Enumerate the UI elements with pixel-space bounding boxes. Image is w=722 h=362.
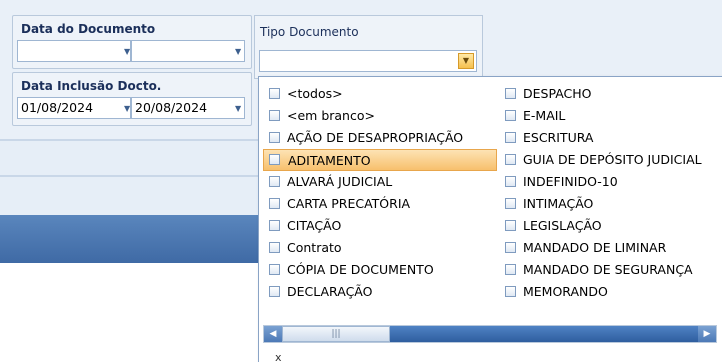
checkbox[interactable] xyxy=(269,220,280,231)
tipo-documento-input[interactable]: ▼ xyxy=(259,50,477,72)
checkbox[interactable] xyxy=(505,242,516,253)
checkbox[interactable] xyxy=(505,198,516,209)
chevron-down-icon[interactable]: ▼ xyxy=(235,104,241,113)
data-inclusao-to-input[interactable]: 20/08/2024 xyxy=(131,97,245,119)
data-documento-to-input[interactable] xyxy=(131,40,245,62)
list-item[interactable]: MANDADO DE SEGURANÇA xyxy=(499,259,719,281)
checkbox[interactable] xyxy=(269,132,280,143)
list-item[interactable]: CÓPIA DE DOCUMENTO xyxy=(263,259,497,281)
data-inclusao-label: Data Inclusão Docto. xyxy=(21,79,162,93)
toolbar-row xyxy=(0,177,260,215)
checkbox[interactable] xyxy=(269,154,280,165)
scrollbar-track[interactable] xyxy=(390,326,698,342)
chevron-down-icon[interactable]: ▼ xyxy=(124,47,130,56)
list-item[interactable]: CARTA PRECATÓRIA xyxy=(263,193,497,215)
horizontal-scrollbar[interactable]: ◀ ||| ▶ xyxy=(263,325,717,343)
data-inclusao-group: Data Inclusão Docto. 01/08/2024 ▼ 20/08/… xyxy=(12,72,252,126)
scroll-left-icon[interactable]: ◀ xyxy=(264,326,282,342)
dropdown-right-column: DESPACHO E-MAIL ESCRITURA GUIA DE DEPÓSI… xyxy=(499,83,719,303)
toolbar-row xyxy=(0,141,260,175)
list-item[interactable]: LEGISLAÇÃO xyxy=(499,215,719,237)
dropdown-left-column: <todos> <em branco> AÇÃO DE DESAPROPRIAÇ… xyxy=(263,83,497,303)
list-item-highlighted[interactable]: ADITAMENTO xyxy=(263,149,497,171)
chevron-down-icon[interactable]: ▼ xyxy=(235,47,241,56)
list-item[interactable]: DECLARAÇÃO xyxy=(263,281,497,303)
tipo-documento-dropdown[interactable]: <todos> <em branco> AÇÃO DE DESAPROPRIAÇ… xyxy=(258,76,722,362)
checkbox[interactable] xyxy=(505,264,516,275)
list-item[interactable]: DESPACHO xyxy=(499,83,719,105)
checkbox[interactable] xyxy=(269,88,280,99)
data-inclusao-from-input[interactable]: 01/08/2024 xyxy=(17,97,131,119)
data-documento-label: Data do Documento xyxy=(21,22,156,36)
list-item[interactable]: GUIA DE DEPÓSITO JUDICIAL xyxy=(499,149,719,171)
checkbox[interactable] xyxy=(269,242,280,253)
list-item[interactable]: INTIMAÇÃO xyxy=(499,193,719,215)
scroll-right-icon[interactable]: ▶ xyxy=(698,326,716,342)
list-item[interactable]: ESCRITURA xyxy=(499,127,719,149)
checkbox[interactable] xyxy=(505,176,516,187)
list-item[interactable]: MEMORANDO xyxy=(499,281,719,303)
checkbox[interactable] xyxy=(269,286,280,297)
tipo-documento-label: Tipo Documento xyxy=(260,25,359,39)
dropdown-button[interactable]: ▼ xyxy=(458,53,474,69)
list-item[interactable]: INDEFINIDO-10 xyxy=(499,171,719,193)
close-icon[interactable]: x xyxy=(275,351,282,362)
checkbox[interactable] xyxy=(505,286,516,297)
scrollbar-thumb[interactable]: ||| xyxy=(282,326,390,342)
checkbox[interactable] xyxy=(505,88,516,99)
tipo-documento-panel: Tipo Documento ▼ xyxy=(254,15,483,79)
data-documento-from-input[interactable] xyxy=(17,40,131,62)
checkbox[interactable] xyxy=(269,264,280,275)
checkbox[interactable] xyxy=(505,110,516,121)
screen: Data do Documento ▼ ▼ Data Inclusão Doct… xyxy=(0,0,722,362)
list-item[interactable]: MANDADO DE LIMINAR xyxy=(499,237,719,259)
list-item[interactable]: Contrato xyxy=(263,237,497,259)
checkbox[interactable] xyxy=(269,176,280,187)
list-item[interactable]: <todos> xyxy=(263,83,497,105)
list-item[interactable]: ALVARÁ JUDICIAL xyxy=(263,171,497,193)
checkbox[interactable] xyxy=(269,110,280,121)
checkbox[interactable] xyxy=(505,220,516,231)
chevron-down-icon[interactable]: ▼ xyxy=(124,104,130,113)
checkbox[interactable] xyxy=(505,132,516,143)
data-documento-group: Data do Documento ▼ ▼ xyxy=(12,15,252,69)
list-item[interactable]: CITAÇÃO xyxy=(263,215,497,237)
list-item[interactable]: E-MAIL xyxy=(499,105,719,127)
list-item[interactable]: <em branco> xyxy=(263,105,497,127)
checkbox[interactable] xyxy=(269,198,280,209)
list-item[interactable]: AÇÃO DE DESAPROPRIAÇÃO xyxy=(263,127,497,149)
checkbox[interactable] xyxy=(505,154,516,165)
